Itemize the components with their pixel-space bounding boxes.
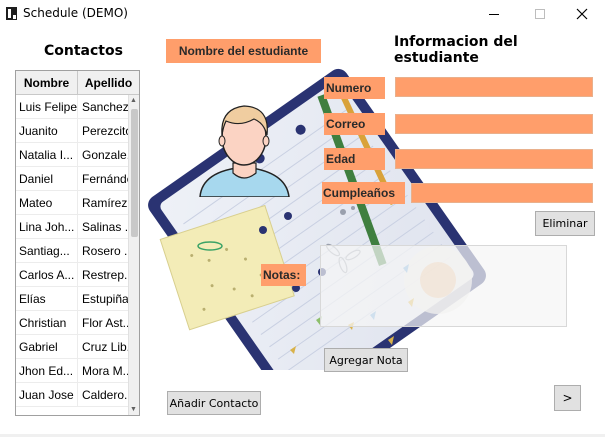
cell-nombre: Carlos A... (16, 263, 78, 287)
avatar-icon (199, 105, 290, 197)
edad-label: Edad (324, 148, 385, 170)
cell-apellido: Rosero ... (82, 244, 128, 258)
minimize-icon (489, 13, 499, 15)
table-row[interactable]: Natalia I... Gonzale... (16, 143, 128, 167)
cell-nombre: Juanito (16, 119, 78, 143)
table-row[interactable]: Gabriel Cruz Lib... (16, 335, 128, 359)
table-row[interactable]: Carlos A... Restrep... (16, 263, 128, 287)
contacts-table[interactable]: Nombre Apellido Luis Felipe Sanchez... Jua… (15, 70, 140, 416)
cell-apellido: Caldero... (82, 388, 128, 402)
minimize-button[interactable] (471, 0, 517, 28)
scroll-down-icon[interactable]: ▼ (130, 406, 137, 413)
scroll-up-icon[interactable]: ▲ (130, 97, 137, 104)
table-row[interactable]: Juanito Perezcito (16, 119, 128, 143)
cell-nombre: Jhon Ed... (16, 359, 78, 383)
cell-apellido: Mora M... (82, 364, 128, 378)
cell-nombre: Luis Felipe (16, 95, 78, 119)
table-row[interactable]: Luis Felipe Sanchez... (16, 95, 128, 119)
app-icon (6, 7, 17, 20)
cumpleanos-label: Cumpleaños (322, 182, 405, 204)
table-body: Luis Felipe Sanchez... Juanito Perezcito Nat… (16, 95, 128, 407)
table-row[interactable]: Santiag... Rosero ... (16, 239, 128, 263)
table-row[interactable]: Daniel Fernández (16, 167, 128, 191)
maximize-icon (535, 9, 545, 19)
notes-textarea[interactable] (320, 245, 567, 327)
cell-apellido: Perezcito (82, 124, 128, 138)
table-row[interactable]: Elías Estupiña (16, 287, 128, 311)
table-row[interactable]: Juan Jose Caldero... (16, 383, 128, 407)
cell-apellido: Restrep... (82, 268, 128, 282)
table-row[interactable]: Jhon Ed... Mora M... (16, 359, 128, 383)
cell-nombre: Daniel (16, 167, 78, 191)
agregar-nota-button[interactable]: Agregar Nota (324, 348, 408, 372)
table-row[interactable]: Christian Flor Ast... (16, 311, 128, 335)
cell-nombre: Santiag... (16, 239, 78, 263)
close-button[interactable] (559, 0, 605, 28)
maximize-button[interactable] (517, 0, 563, 28)
cell-apellido: Gonzale... (82, 148, 128, 162)
title-bar: Schedule (DEMO) (0, 0, 605, 28)
cell-nombre: Elías (16, 287, 78, 311)
cell-apellido: Sanchez... (82, 100, 128, 114)
column-header-nombre[interactable]: Nombre (16, 71, 78, 95)
cell-nombre: Natalia I... (16, 143, 78, 167)
eliminar-button[interactable]: Eliminar (535, 211, 595, 236)
cell-nombre: Christian (16, 311, 78, 335)
cell-apellido: Salinas ... (82, 220, 128, 234)
cell-apellido: Ramírez... (82, 196, 128, 210)
cell-nombre: Gabriel (16, 335, 78, 359)
notes-label: Notas: (261, 264, 306, 286)
anadir-contacto-button[interactable]: Añadir Contacto (167, 391, 261, 415)
table-scrollbar[interactable]: ▲ ▼ (128, 95, 139, 415)
next-button[interactable]: > (554, 385, 581, 411)
table-row[interactable]: Mateo Ramírez... (16, 191, 128, 215)
correo-field[interactable] (395, 114, 593, 134)
cell-apellido: Fernández (82, 172, 128, 186)
cell-apellido: Cruz Lib... (82, 340, 128, 354)
edad-field[interactable] (395, 149, 593, 169)
window-title: Schedule (DEMO) (23, 6, 128, 20)
numero-field[interactable] (395, 77, 593, 97)
cell-nombre: Mateo (16, 191, 78, 215)
cell-apellido: Estupiña (82, 292, 128, 306)
cell-apellido: Flor Ast... (82, 316, 128, 330)
table-row[interactable]: Lina Joh... Salinas ... (16, 215, 128, 239)
student-name-label: Nombre del estudiante (166, 39, 321, 63)
close-icon (576, 8, 588, 20)
cumpleanos-field[interactable] (411, 183, 593, 203)
cell-nombre: Lina Joh... (16, 215, 78, 239)
correo-label: Correo (324, 113, 385, 135)
table-header: Nombre Apellido (16, 71, 139, 95)
cell-nombre: Juan Jose (16, 383, 78, 407)
numero-label: Numero (324, 77, 385, 99)
column-header-apellido[interactable]: Apellido (78, 71, 139, 95)
student-info-title: Informacion del estudiante (394, 34, 518, 66)
scrollbar-thumb[interactable] (131, 109, 138, 237)
contacts-title: Contactos (44, 43, 123, 59)
